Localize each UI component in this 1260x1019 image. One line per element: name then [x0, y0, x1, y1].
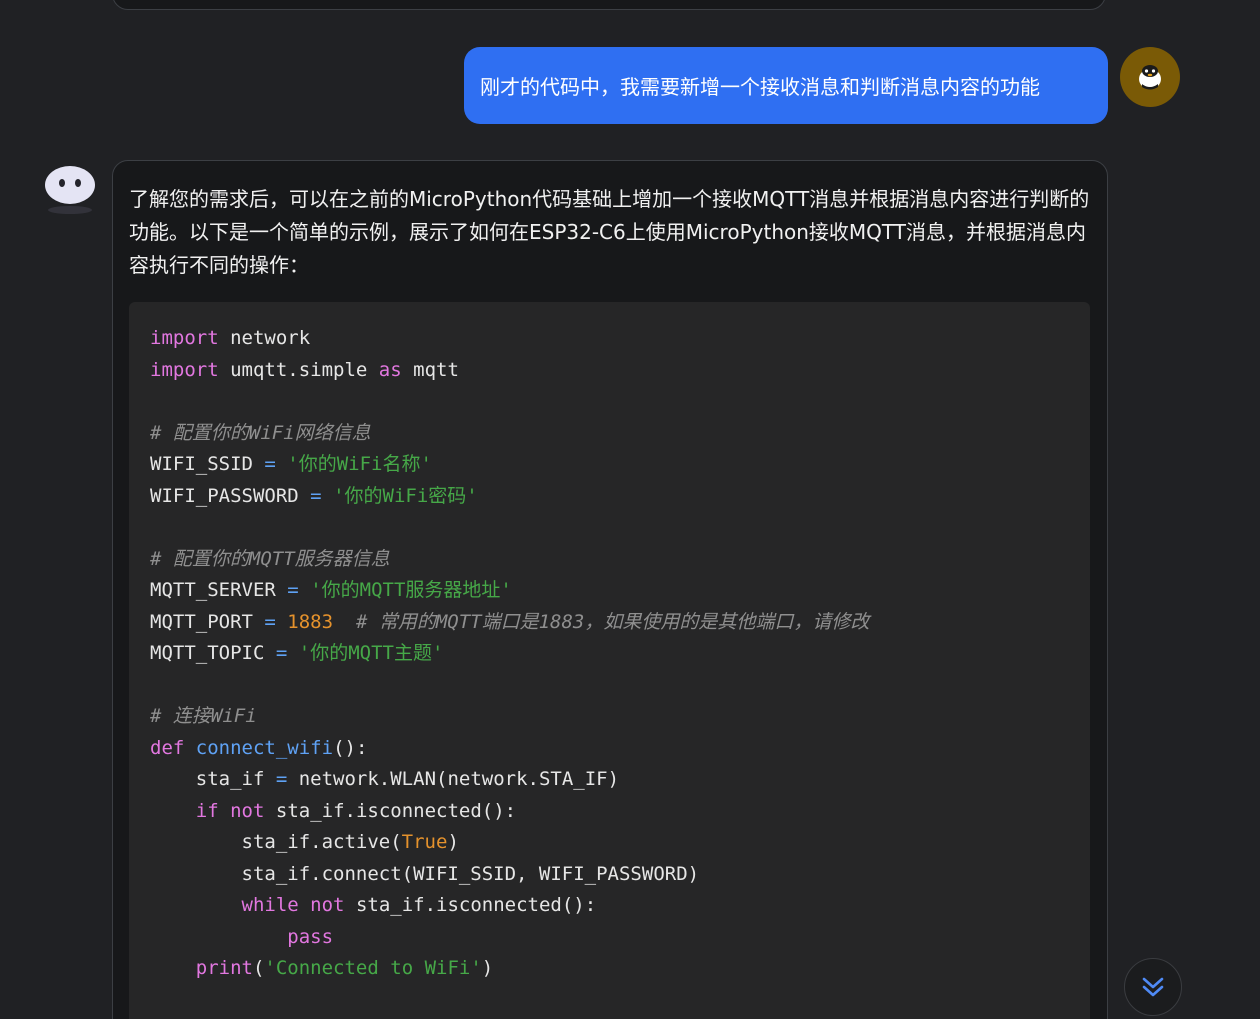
code-text: sta_if.connect(WIFI_SSID, WIFI_PASSWORD) [150, 862, 700, 885]
code-text: umqtt.simple [218, 358, 379, 381]
code-line: if not sta_if.isconnected(): [150, 796, 869, 828]
code-line: import network [150, 323, 869, 355]
code-text: sta_if.isconnected(): [264, 799, 517, 822]
code-string: '你的WiFi密码' [333, 484, 478, 507]
code-text: ) [447, 831, 459, 853]
operator: = [275, 768, 288, 790]
robot-face-icon [45, 166, 95, 214]
user-message-bubble: 刚才的代码中，我需要新增一个接收消息和判断消息内容的功能 [464, 47, 1108, 124]
code-text: mqtt [401, 358, 459, 381]
code-block[interactable]: import network import umqtt.simple as mqt… [129, 302, 1090, 1019]
code-line: MQTT_SERVER = '你的MQTT服务器地址' [150, 575, 869, 607]
assistant-avatar [42, 162, 98, 216]
operator: = [287, 579, 299, 601]
function-name: connect_wifi [195, 736, 334, 759]
code-comment: # 配置你的WiFi网络信息 [150, 421, 371, 444]
code-comment: # 常用的MQTT端口是1883，如果使用的是其他端口，请修改 [355, 610, 870, 633]
operator: = [310, 484, 322, 507]
code-comment: # 配置你的MQTT服务器信息 [150, 547, 390, 570]
code-line: print('Connected to WiFi') [195, 957, 494, 979]
operator: = [264, 453, 276, 475]
code-line: # 连接WiFi [150, 701, 869, 733]
code-line: sta_if.active(True) [150, 827, 869, 859]
code-line: pass [150, 922, 869, 954]
code-string: '你的MQTT服务器地址' [310, 579, 512, 601]
code-text: MQTT_SERVER [150, 579, 288, 601]
operator: = [275, 642, 288, 664]
user-avatar[interactable] [1120, 47, 1180, 107]
code-text: WIFI_SSID [150, 453, 265, 475]
code-string: '你的WiFi名称' [287, 453, 432, 475]
keyword: not [230, 799, 265, 822]
operator: = [264, 610, 276, 633]
code-line: WIFI_SSID = '你的WiFi名称' [150, 449, 869, 481]
scroll-to-bottom-button[interactable] [1124, 958, 1182, 1016]
code-text: sta_if [150, 768, 276, 790]
code-line: # 配置你的MQTT服务器信息 [150, 544, 869, 576]
keyword: if [195, 799, 219, 822]
penguin-avatar-icon [1139, 65, 1161, 90]
code-text: MQTT_TOPIC [150, 642, 276, 664]
assistant-message-text: 了解您的需求后，可以在之前的MicroPython代码基础上增加一个接收MQTT… [129, 187, 1090, 277]
keyword: import [150, 358, 219, 381]
code-line: WIFI_PASSWORD = '你的WiFi密码' [150, 481, 869, 513]
code-string: '你的MQTT主题' [298, 642, 444, 664]
code-line: MQTT_PORT = 1883 # 常用的MQTT端口是1883，如果使用的是… [150, 607, 869, 639]
code-text: network.WLAN(network.STA_IF) [287, 768, 620, 790]
code-number: 1883 [287, 610, 334, 633]
previous-message-card [112, 0, 1106, 10]
code-line: while not sta_if.isconnected(): [150, 890, 869, 922]
keyword: import [150, 327, 219, 349]
keyword: not [310, 894, 345, 916]
keyword: def [150, 736, 185, 759]
chat-page: 刚才的代码中，我需要新增一个接收消息和判断消息内容的功能 了解您的需求后，可以在… [0, 0, 1260, 1019]
code-line: MQTT_TOPIC = '你的MQTT主题' [150, 638, 869, 670]
code-string: 'Connected to WiFi' [264, 957, 482, 979]
code-line: sta_if = network.WLAN(network.STA_IF) [150, 764, 869, 796]
code-line: def connect_wifi(): [150, 733, 869, 765]
code-line: # 配置你的WiFi网络信息 [150, 418, 869, 450]
code-line: sta_if.connect(WIFI_SSID, WIFI_PASSWORD) [150, 859, 869, 891]
code-line: import umqtt.simple as mqtt [150, 355, 869, 387]
code-text: sta_if.isconnected(): [344, 894, 597, 916]
code-comment: # 连接WiFi [150, 705, 257, 727]
keyword: while [241, 894, 299, 916]
user-message-text: 刚才的代码中，我需要新增一个接收消息和判断消息内容的功能 [480, 75, 1040, 99]
code-text: (): [333, 736, 368, 759]
keyword: pass [287, 925, 334, 948]
keyword: print [195, 957, 253, 979]
code-text: WIFI_PASSWORD [150, 484, 311, 507]
code-text: MQTT_PORT [150, 610, 265, 633]
code-constant: True [401, 831, 448, 853]
code-text: network [218, 327, 311, 349]
code-content[interactable]: import network import umqtt.simple as mqt… [150, 323, 869, 985]
assistant-message-card: 了解您的需求后，可以在之前的MicroPython代码基础上增加一个接收MQTT… [112, 160, 1108, 1019]
double-chevron-down-icon [1142, 977, 1164, 997]
keyword: as [378, 358, 402, 381]
code-text: sta_if.active( [150, 831, 402, 853]
